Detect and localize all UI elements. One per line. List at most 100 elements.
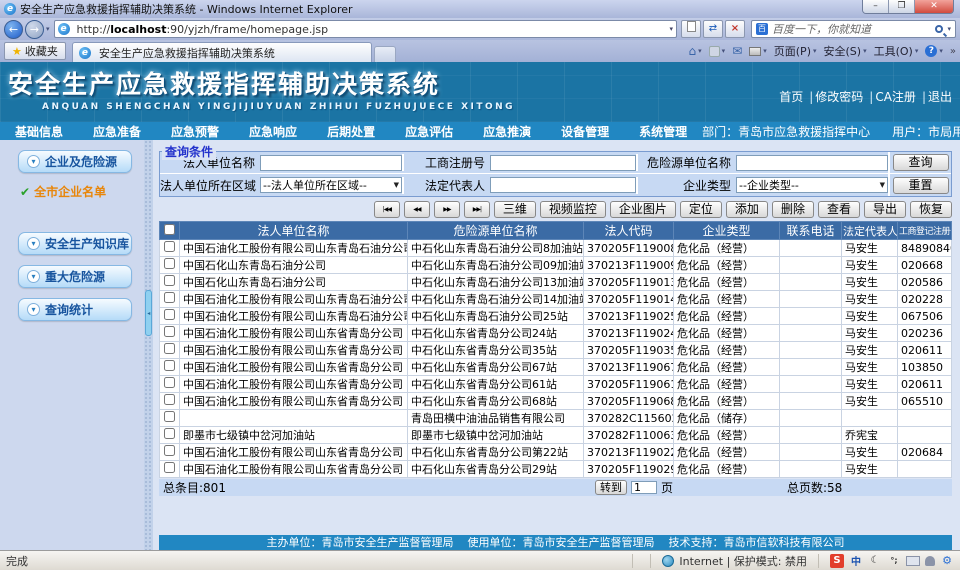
sidebar-group[interactable]: ▾重大危险源 [18,265,132,288]
overflow-chevron-icon[interactable]: » [950,46,956,57]
enterprise-type-select[interactable]: --企业类型--▼ [736,177,888,193]
region-select[interactable]: --法人单位所在区域--▼ [260,177,402,193]
hazard-unit-name-input[interactable] [736,155,888,171]
close-button[interactable]: ✕ [915,0,953,14]
row-checkbox[interactable] [164,241,175,252]
favorites-button[interactable]: ★ 收藏夹 [4,42,66,60]
help-menu[interactable]: ?▾ [925,45,943,57]
splitter-collapse-handle[interactable]: ◂ [145,290,152,336]
back-button[interactable]: ← [4,20,23,39]
forward-button[interactable]: → [25,20,44,39]
fullhalf-moon-icon[interactable]: ☾ [868,554,882,568]
punctuation-icon[interactable]: °; [887,554,901,568]
table-row[interactable]: 中国石油化工股份有限公司山东省青岛分公司中石化山东省青岛分公司24站370213… [160,325,952,342]
table-row[interactable]: 中国石油化工股份有限公司山东省青岛分公司中石化山东省青岛分公司29站370205… [160,461,952,478]
toolbar-button-删除[interactable]: 删除 [772,201,814,218]
menu-item[interactable]: 应急响应 [234,123,312,140]
toolbar-button-三维[interactable]: 三维 [494,201,536,218]
row-checkbox[interactable] [164,377,175,388]
sidebar-group[interactable]: ▾企业及危险源 [18,150,132,173]
print-button[interactable]: ▾ [749,47,767,56]
banner-link[interactable]: 首页 [779,90,803,104]
table-row[interactable]: 中国石油化工股份有限公司山东省青岛分公司中石化山东省青岛分公司67站370213… [160,359,952,376]
row-checkbox[interactable] [164,275,175,286]
row-checkbox[interactable] [164,394,175,405]
row-checkbox[interactable] [164,462,175,473]
row-checkbox[interactable] [164,258,175,269]
read-mail-button[interactable]: ✉ [732,44,742,58]
business-reg-no-input[interactable] [490,155,636,171]
menu-item[interactable]: 设备管理 [546,123,624,140]
restore-button[interactable]: ❐ [889,0,915,14]
search-box[interactable]: 百 百度一下，你就知道 ▾ [751,20,956,38]
last-page-button[interactable]: ▶▶| [464,201,490,218]
sidebar-item-active[interactable]: ✔全市企业名单 [20,183,144,200]
query-button[interactable]: 查询 [893,154,949,171]
row-checkbox[interactable] [164,292,175,303]
cn-input-mode-icon[interactable]: 中 [849,554,863,568]
new-tab-button[interactable] [374,46,396,62]
banner-link[interactable]: CA注册 [875,90,916,104]
row-checkbox[interactable] [164,428,175,439]
row-checkbox[interactable] [164,343,175,354]
address-dropdown-icon[interactable]: ▾ [669,25,673,33]
feeds-button[interactable]: ▾ [709,46,726,57]
legal-unit-name-input[interactable] [260,155,402,171]
menu-item[interactable]: 应急准备 [78,123,156,140]
table-row[interactable]: 中国石化山东青岛石油分公司中石化山东青岛石油分公司09加油站370213F119… [160,257,952,274]
tools-menu[interactable]: 工具(O)▾ [874,43,919,59]
menu-item[interactable]: 应急评估 [390,123,468,140]
compatibility-view-button[interactable] [681,20,701,38]
table-row[interactable]: 中国石油化工股份有限公司山东青岛石油分公司中石化山东青岛石油分公司8加油站370… [160,240,952,257]
menu-item[interactable]: 后期处置 [312,123,390,140]
menu-item[interactable]: 基础信息 [0,123,78,140]
table-row[interactable]: 中国石油化工股份有限公司山东青岛石油分公司中石化山东青岛石油分公司25站3702… [160,308,952,325]
toolbar-button-导出[interactable]: 导出 [864,201,906,218]
row-checkbox[interactable] [164,445,175,456]
row-checkbox[interactable] [164,309,175,320]
toolbar-button-恢复[interactable]: 恢复 [910,201,952,218]
table-row[interactable]: 中国石油化工股份有限公司山东青岛石油分公司中石化山东青岛石油分公司14加油站37… [160,291,952,308]
address-bar[interactable]: e http://localhost:90/yjzh/frame/homepag… [54,20,677,38]
tab-active[interactable]: e 安全生产应急救援指挥辅助决策系统 [72,42,372,62]
home-button[interactable]: ⌂▾ [689,44,702,58]
table-row[interactable]: 中国石油化工股份有限公司山东省青岛分公司中石化山东省青岛分公司61站370205… [160,376,952,393]
table-row[interactable]: 中国石油化工股份有限公司山东省青岛分公司中石化山东省青岛分公司68站370205… [160,393,952,410]
history-dropdown-icon[interactable]: ▾ [46,25,50,33]
table-row[interactable]: 即墨市七级镇中岔河加油站即墨市七级镇中岔河加油站370282F110063危化品… [160,427,952,444]
ime-settings-icon[interactable]: ⚙ [940,554,954,568]
menu-item[interactable]: 应急推演 [468,123,546,140]
stop-button[interactable]: × [725,20,745,38]
page-menu[interactable]: 页面(P)▾ [774,43,817,59]
table-row[interactable]: 中国石油化工股份有限公司山东省青岛分公司中石化山东省青岛分公司第22站37021… [160,444,952,461]
table-row[interactable]: 青岛田横中油油品销售有限公司370282C115602危化品（储存） [160,410,952,427]
toolbar-button-视频监控[interactable]: 视频监控 [540,201,606,218]
banner-link[interactable]: 退出 [928,90,952,104]
banner-link[interactable]: 修改密码 [815,90,863,104]
row-checkbox[interactable] [164,326,175,337]
select-all-checkbox[interactable] [164,224,175,235]
sidebar-splitter[interactable]: ◂ [144,140,153,550]
next-page-button[interactable]: ▶▶ [434,201,460,218]
toolbar-button-企业图片[interactable]: 企业图片 [610,201,676,218]
user-ime-icon[interactable] [925,556,935,566]
refresh-button[interactable]: ⇄ [703,20,723,38]
minimize-button[interactable]: – [863,0,889,14]
prev-page-button[interactable]: ◀◀ [404,201,430,218]
toolbar-button-定位[interactable]: 定位 [680,201,722,218]
toolbar-button-添加[interactable]: 添加 [726,201,768,218]
search-icon[interactable] [935,25,943,33]
menu-item[interactable]: 应急预警 [156,123,234,140]
search-dropdown-icon[interactable]: ▾ [947,25,951,33]
keyboard-icon[interactable] [906,556,920,566]
menu-item[interactable]: 系统管理 [624,123,702,140]
first-page-button[interactable]: |◀◀ [374,201,400,218]
sogou-ime-icon[interactable]: S [830,554,844,568]
table-row[interactable]: 中国石油化工股份有限公司山东省青岛分公司中石化山东省青岛分公司35站370205… [160,342,952,359]
toolbar-button-查看[interactable]: 查看 [818,201,860,218]
page-number-input[interactable] [631,481,657,494]
legal-rep-input[interactable] [490,177,636,193]
table-row[interactable]: 中国石化山东青岛石油分公司中石化山东青岛石油分公司13加油站370205F119… [160,274,952,291]
sidebar-group[interactable]: ▾安全生产知识库 [18,232,132,255]
sidebar-group[interactable]: ▾查询统计 [18,298,132,321]
